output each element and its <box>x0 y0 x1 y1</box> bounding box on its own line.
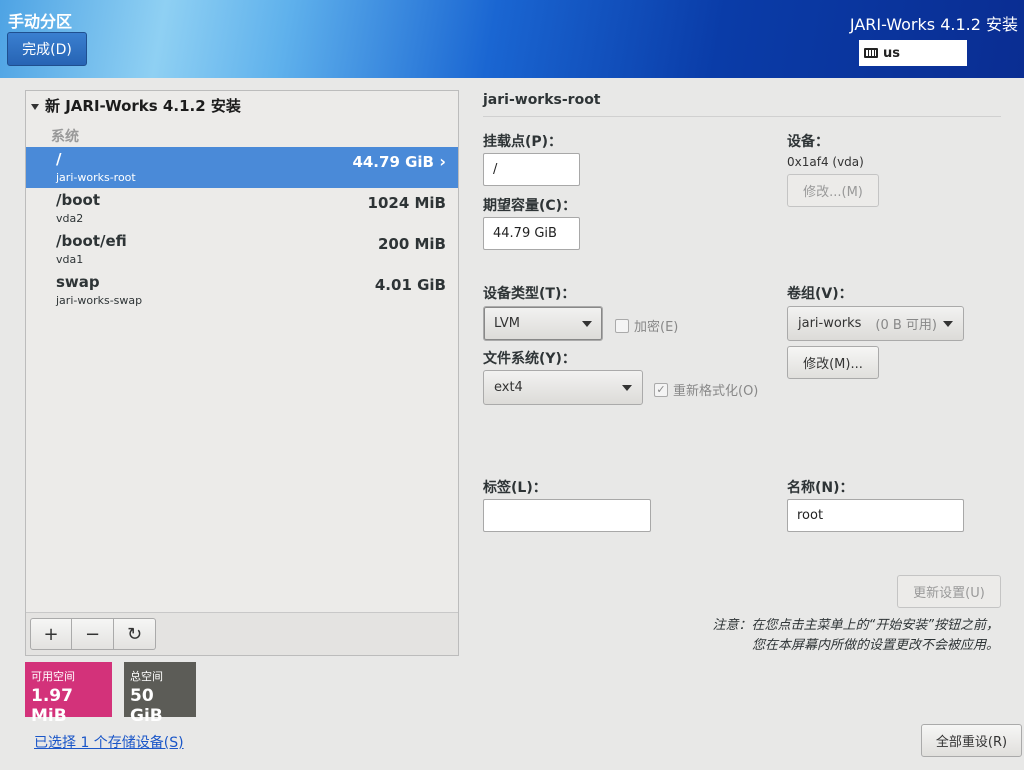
available-space-value: 1.97 MiB <box>31 686 73 726</box>
detail-title: jari-works-root <box>483 92 601 108</box>
apply-note-line2: 您在本屏幕内所做的设置更改不会被应用。 <box>751 638 999 653</box>
partition-row-boot-efi[interactable]: /boot/efi vda1 200 MiB <box>26 229 458 270</box>
total-space-label: 总空间 <box>130 670 163 683</box>
refresh-icon: ↻ <box>126 623 143 645</box>
capacity-field[interactable]: 44.79 GiB <box>483 217 580 250</box>
chevron-down-icon <box>622 385 632 391</box>
device-type-label: 设备类型(T)： <box>483 286 576 302</box>
partition-row-swap[interactable]: swap jari-works-swap 4.01 GiB <box>26 270 458 311</box>
plus-icon: + <box>43 623 59 645</box>
detail-divider <box>483 116 1001 117</box>
filesystem-select[interactable]: ext4 <box>483 370 643 405</box>
device-value: 0x1af4 (vda) <box>787 155 864 169</box>
volume-group-select[interactable]: jari-works (0 B 可用) <box>787 306 964 341</box>
checkbox-unchecked-icon <box>615 318 629 333</box>
mount-point-field[interactable]: / <box>483 153 580 186</box>
refresh-button[interactable]: ↻ <box>114 618 156 650</box>
reformat-checkbox[interactable]: ✓ 重新格式化(O) <box>654 380 758 399</box>
chevron-down-icon <box>943 321 953 327</box>
chevron-right-icon: › <box>439 152 446 171</box>
apply-note-line1: 注意：在您点击主菜单上的“开始安装”按钮之前， <box>712 618 999 633</box>
volume-group-value: jari-works <box>798 316 862 331</box>
device-type-value: LVM <box>494 316 520 331</box>
reset-all-button[interactable]: 全部重设(R) <box>921 724 1022 757</box>
partition-mount: swap <box>56 273 100 291</box>
total-space-value: 50 GiB <box>130 686 163 726</box>
partition-mount: / <box>56 150 62 168</box>
partition-device: vda1 <box>56 253 84 266</box>
partition-mount: /boot/efi <box>56 232 127 250</box>
tag-label: 标签(L)： <box>483 480 547 496</box>
partition-size: 44.79 GiB <box>352 153 434 171</box>
device-label: 设备： <box>787 134 829 150</box>
product-title: JARI-Works 4.1.2 安装 <box>849 15 1018 34</box>
done-button[interactable]: 完成(D) <box>7 32 87 66</box>
available-space-box: 可用空间 1.97 MiB <box>25 662 112 726</box>
reformat-label: 重新格式化(O) <box>673 384 759 399</box>
name-label: 名称(N)： <box>787 480 854 496</box>
partition-device: jari-works-swap <box>56 294 143 307</box>
device-type-select[interactable]: LVM <box>483 306 603 341</box>
total-space-box: 总空间 50 GiB <box>124 662 196 726</box>
selected-storage-link[interactable]: 已选择 1 个存储设备(S) <box>34 732 184 752</box>
apply-note: 注意：在您点击主菜单上的“开始安装”按钮之前， 您在本屏幕内所做的设置更改不会被… <box>713 616 999 656</box>
partition-size: 200 MiB <box>377 235 446 253</box>
partition-toolbar: + − ↻ <box>26 612 458 655</box>
partition-row-boot[interactable]: /boot vda2 1024 MiB <box>26 188 458 229</box>
volume-group-free: (0 B 可用) <box>875 318 937 333</box>
keyboard-layout-indicator[interactable]: us <box>859 40 967 66</box>
checkmark-icon: ✓ <box>654 382 668 397</box>
filesystem-label: 文件系统(Y)： <box>483 351 576 367</box>
section-system-label: 系统 <box>51 129 79 145</box>
volume-group-modify-button[interactable]: 修改(M)... <box>787 346 879 379</box>
minus-icon: − <box>84 623 101 645</box>
filesystem-value: ext4 <box>494 380 523 395</box>
capacity-label: 期望容量(C)： <box>483 198 577 214</box>
add-partition-button[interactable]: + <box>30 618 72 650</box>
partition-mount: /boot <box>56 191 100 209</box>
encrypt-label: 加密(E) <box>634 320 679 335</box>
install-group-title: 新 JARI-Works 4.1.2 安装 <box>45 97 241 115</box>
encrypt-checkbox[interactable]: 加密(E) <box>615 316 678 335</box>
partition-device: vda2 <box>56 212 84 225</box>
name-field[interactable]: root <box>787 499 964 532</box>
volume-group-label: 卷组(V)： <box>787 286 853 302</box>
partition-device: jari-works-root <box>56 171 136 184</box>
partition-row-root[interactable]: / jari-works-root 44.79 GiB › <box>26 147 458 188</box>
partition-size: 1024 MiB <box>367 194 446 212</box>
tag-field[interactable] <box>483 499 651 532</box>
keyboard-layout-label: us <box>883 45 900 61</box>
mount-point-label: 挂载点(P)： <box>483 134 563 150</box>
update-settings-button[interactable]: 更新设置(U) <box>897 575 1001 608</box>
spoke-title: 手动分区 <box>8 12 73 31</box>
available-space-label: 可用空间 <box>31 670 75 683</box>
chevron-down-icon <box>582 321 592 327</box>
keyboard-icon <box>864 48 878 58</box>
remove-partition-button[interactable]: − <box>72 618 114 650</box>
expander-triangle-icon[interactable] <box>31 103 39 110</box>
device-modify-button[interactable]: 修改...(M) <box>787 174 879 207</box>
partition-size: 4.01 GiB <box>374 276 446 294</box>
partition-list-pane: 新 JARI-Works 4.1.2 安装 系统 / jari-works-ro… <box>25 90 459 656</box>
install-group-header[interactable]: 新 JARI-Works 4.1.2 安装 <box>31 95 241 116</box>
header-bar: 手动分区 完成(D) JARI-Works 4.1.2 安装 us <box>0 0 1024 78</box>
